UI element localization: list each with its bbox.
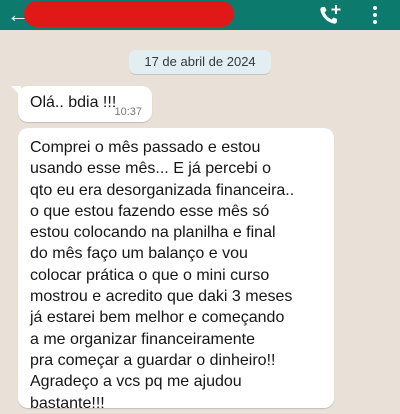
redaction-mark bbox=[24, 1, 234, 27]
message-line: o que estou fazendo esse mês só bbox=[30, 202, 270, 220]
chat-header: ← Ld bbox=[0, 0, 400, 30]
message-line: estou colocando na planilha e final bbox=[30, 224, 276, 242]
message-line: a me organizar financeiramente bbox=[30, 330, 256, 348]
message-bubble[interactable]: Olá.. bdia !!! 10:37 bbox=[11, 86, 152, 122]
bubble-tail bbox=[11, 86, 21, 96]
message-line: mostrou e acredito que daki 3 meses bbox=[30, 288, 293, 306]
message-bubble[interactable]: Comprei o mês passado e estou usando ess… bbox=[18, 128, 334, 412]
message-line: qto eu era desorganizada financeira.. bbox=[30, 181, 295, 199]
message-line: usando esse mês... E já percebi o bbox=[30, 160, 272, 178]
message-line: colocar prática o que o mini curso bbox=[30, 266, 270, 284]
date-chip: 17 de abril de 2024 bbox=[129, 50, 271, 74]
message-line: Comprei o mês passado e estou bbox=[30, 139, 261, 156]
message-text: Olá.. bdia !!! bbox=[30, 94, 117, 111]
add-call-icon[interactable] bbox=[318, 4, 342, 26]
message-line: do mês faço um balanço e vou bbox=[30, 245, 248, 263]
message-text: Comprei o mês passado e estou usando ess… bbox=[30, 137, 330, 414]
message-time: 10:37 bbox=[114, 106, 142, 118]
message-line: Agradeço a vcs pq me ajudou bbox=[30, 373, 242, 391]
message-line: bastante!!! bbox=[30, 394, 105, 412]
message-line: pra começar a guardar o dinheiro!! bbox=[30, 351, 276, 369]
more-vertical-icon[interactable] bbox=[370, 4, 380, 26]
message-line: já estarei bem melhor e começando bbox=[30, 309, 285, 327]
